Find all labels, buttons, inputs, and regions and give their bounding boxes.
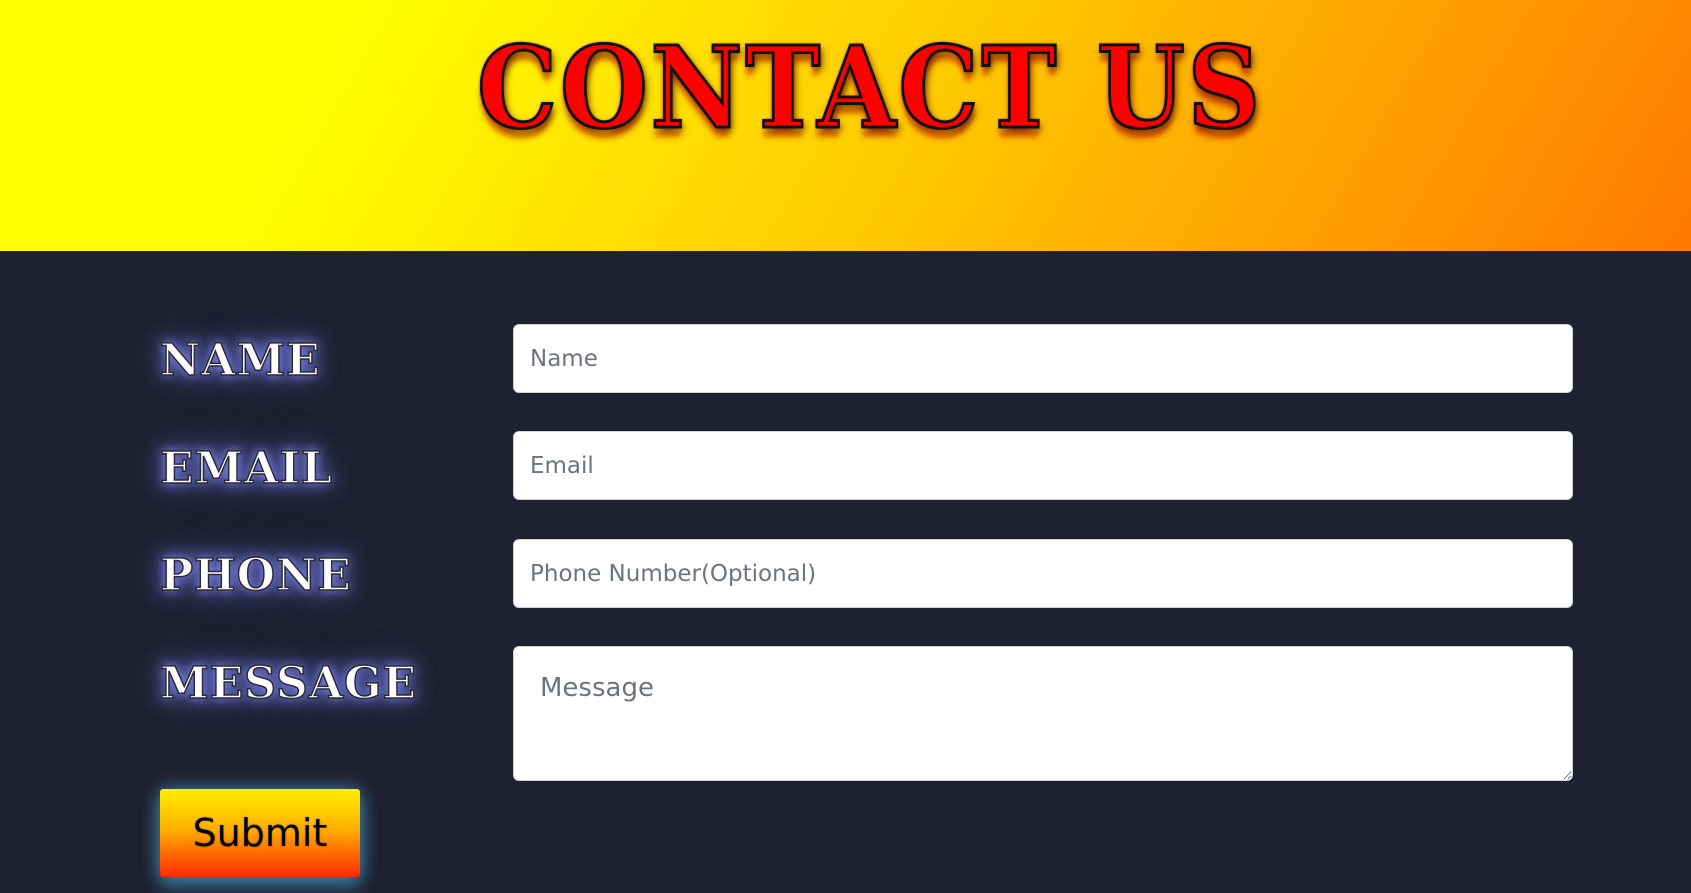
name-input[interactable] (513, 324, 1573, 393)
submit-button[interactable]: Submit (160, 789, 360, 877)
page-title: CONTACT US (476, 22, 1263, 155)
message-label: MESSAGE (159, 657, 418, 710)
phone-label: PHONE (159, 549, 352, 602)
name-label: NAME (159, 334, 321, 387)
email-label: EMAIL (159, 442, 333, 495)
email-input[interactable] (513, 431, 1573, 500)
message-textarea[interactable] (513, 646, 1573, 781)
header-banner: CONTACT US (0, 0, 1691, 251)
phone-input[interactable] (513, 539, 1573, 608)
